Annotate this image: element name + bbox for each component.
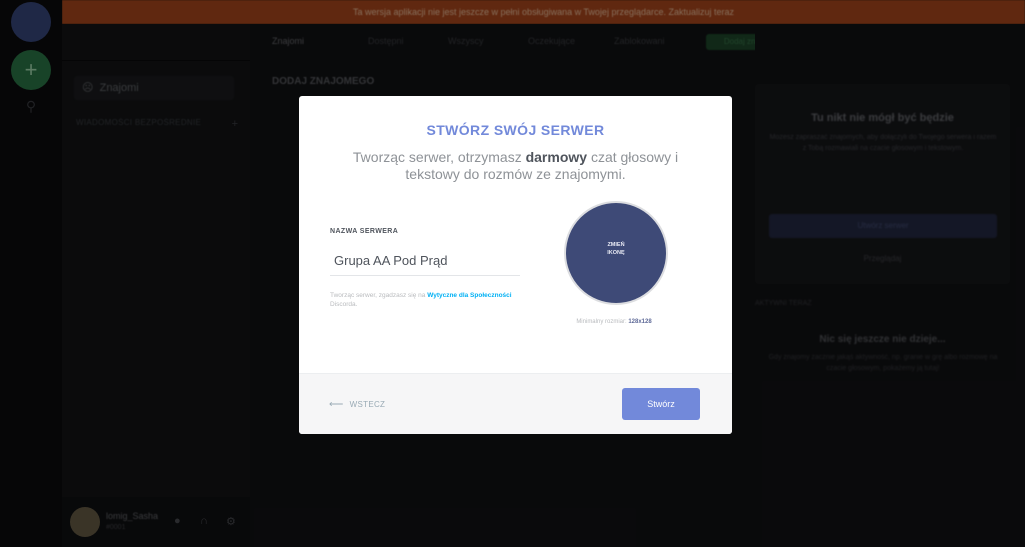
change-icon-label: ZMIEŃ IKONĘ [566, 241, 666, 257]
server-name-label: NAZWA SERWERA [330, 228, 399, 235]
min-size-label: Minimalny rozmiar: [576, 319, 629, 325]
subtitle-text: Tworząc serwer, otrzymasz [352, 149, 526, 165]
min-size-hint: Minimalny rozmiar: 128x128 [539, 319, 689, 325]
server-name-input[interactable] [330, 246, 520, 276]
modal-subtitle: Tworząc serwer, otrzymasz darmowy czat g… [349, 149, 682, 183]
arrow-left-icon: ⟵ [329, 399, 344, 410]
guidelines-note: Tworząc serwer, zgadzasz się na Wytyczne… [330, 291, 530, 309]
create-server-modal: STWÓRZ SWÓJ SERWER Tworząc serwer, otrzy… [299, 96, 732, 434]
change-icon-line2: IKONĘ [607, 250, 625, 256]
server-icon-upload[interactable]: ZMIEŃ IKONĘ [564, 201, 668, 305]
guidelines-link[interactable]: Wytyczne dla Społeczności [427, 292, 511, 299]
change-icon-line1: ZMIEŃ [607, 242, 625, 248]
modal-title: STWÓRZ SWÓJ SERWER [426, 122, 605, 138]
modal-footer: ⟵ WSTECZ Stwórz [299, 373, 732, 434]
subtitle-bold: darmowy [525, 149, 588, 165]
note-text-end: Discorda. [330, 301, 358, 308]
min-size-value: 128x128 [628, 319, 652, 325]
note-text: Tworząc serwer, zgadzasz się na [330, 292, 428, 299]
back-label: WSTECZ [349, 400, 386, 409]
create-button[interactable]: Stwórz [622, 388, 700, 420]
back-button[interactable]: ⟵ WSTECZ [329, 399, 385, 410]
